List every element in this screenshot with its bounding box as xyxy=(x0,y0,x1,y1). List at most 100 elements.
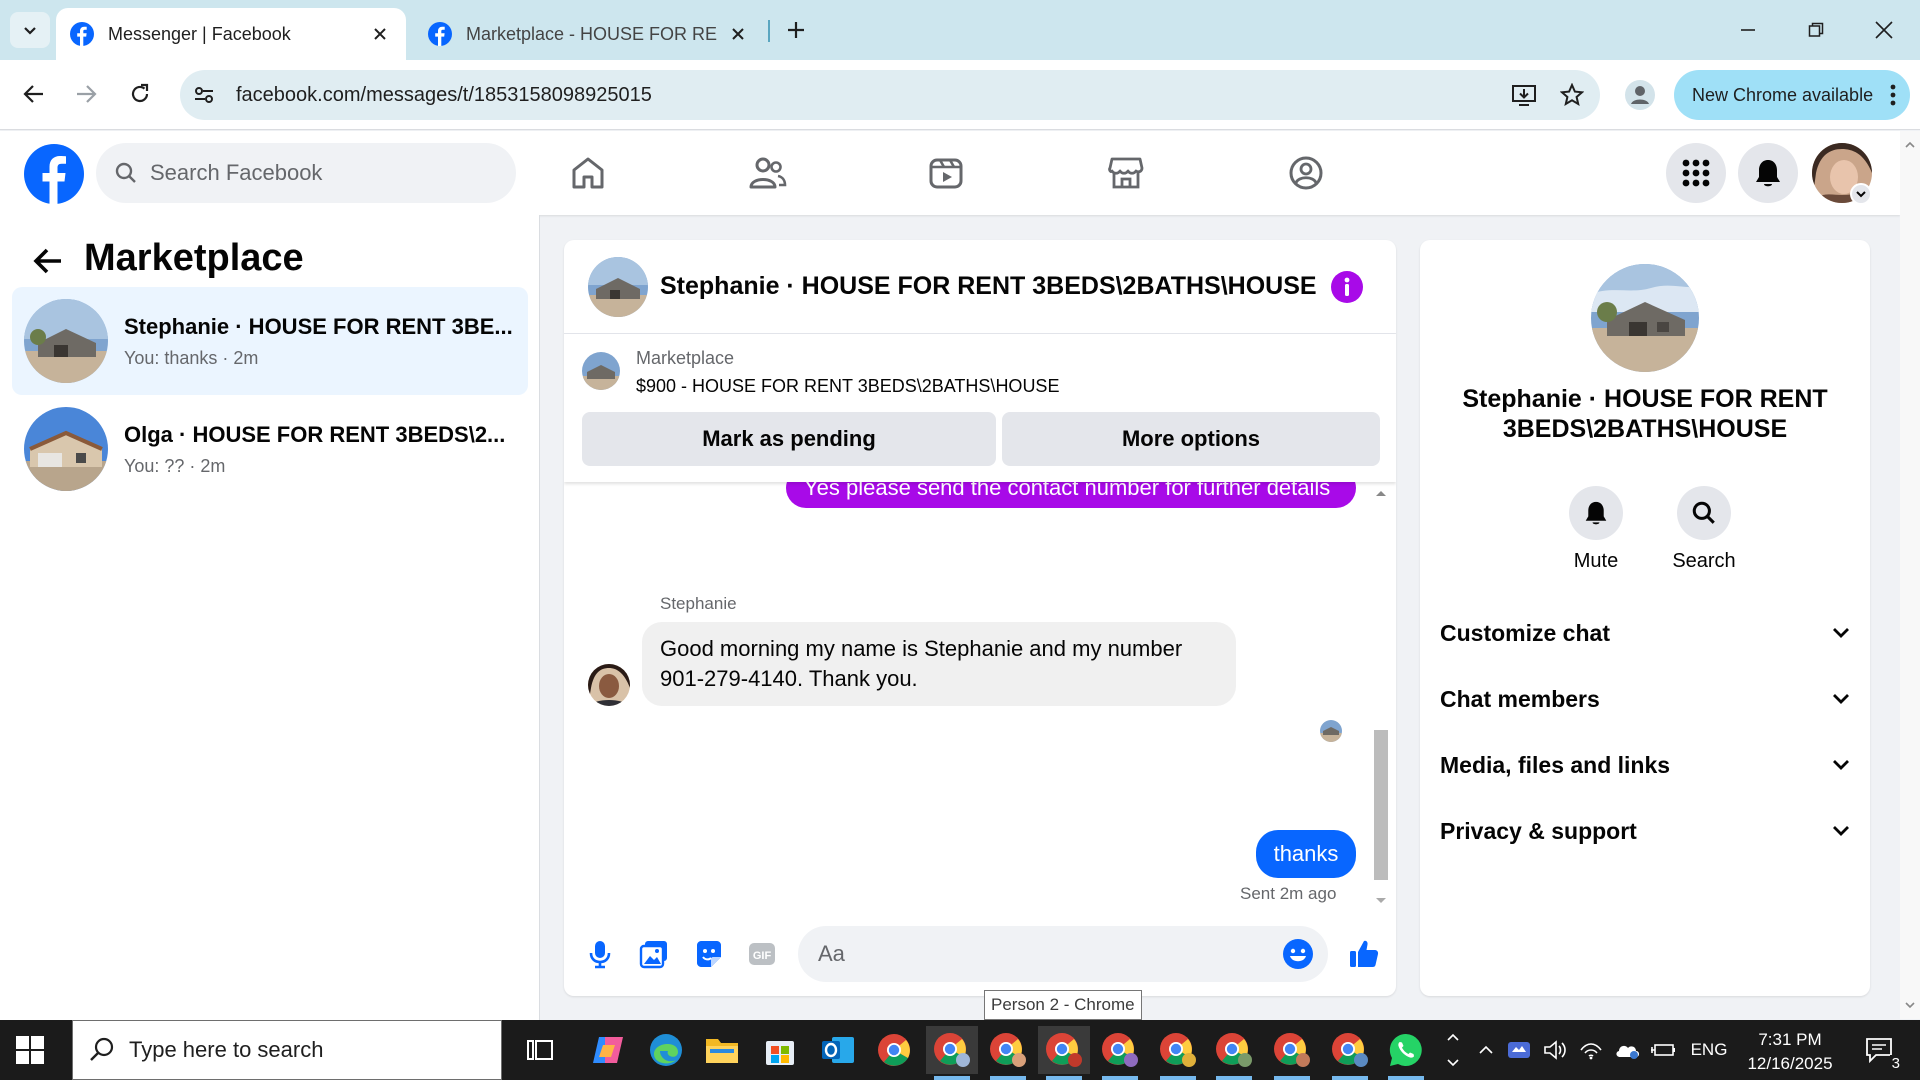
marketplace-nav-button[interactable] xyxy=(1094,143,1158,203)
microsoft-store-app[interactable] xyxy=(754,1026,806,1074)
attach-photo-button[interactable] xyxy=(636,936,672,972)
whatsapp-app[interactable] xyxy=(1380,1026,1432,1080)
battery-button[interactable] xyxy=(1648,1020,1678,1080)
bookmark-star-icon[interactable] xyxy=(1552,75,1592,115)
notification-center-button[interactable]: 3 xyxy=(1854,1020,1904,1080)
voice-clip-button[interactable] xyxy=(582,936,618,972)
install-app-icon[interactable] xyxy=(1504,75,1544,115)
tab-search-button[interactable] xyxy=(10,12,50,48)
contact-name: Stephanie · HOUSE FOR RENT 3BEDS\2BATHS\… xyxy=(1462,385,1828,443)
friends-nav-button[interactable] xyxy=(736,143,800,203)
conversation-item-stephanie[interactable]: Stephanie · HOUSE FOR RENT 3BE... You: t… xyxy=(12,287,528,395)
store-icon xyxy=(766,1041,794,1065)
marketplace-listing-bar: Marketplace $900 - HOUSE FOR RENT 3BEDS\… xyxy=(564,334,1396,482)
chrome-profile-app[interactable] xyxy=(982,1026,1034,1080)
send-like-button[interactable] xyxy=(1346,936,1382,972)
close-tab-icon[interactable] xyxy=(368,22,392,46)
chrome-person-2-app[interactable] xyxy=(926,1026,978,1080)
chevron-up-icon xyxy=(1479,1045,1493,1054)
reload-button[interactable] xyxy=(120,74,160,114)
new-tab-button[interactable] xyxy=(778,12,814,48)
network-button[interactable] xyxy=(1576,1020,1606,1080)
incoming-message-bubble[interactable]: Good morning my name is Stephanie and my… xyxy=(642,622,1236,706)
chrome-profile-app[interactable] xyxy=(1038,1026,1090,1080)
copilot-app[interactable] xyxy=(582,1026,634,1074)
search-placeholder: Search Facebook xyxy=(150,160,323,185)
chrome-profile-app[interactable] xyxy=(1208,1026,1260,1080)
info-icon[interactable] xyxy=(1330,270,1364,304)
account-menu-chevron-icon[interactable] xyxy=(1850,183,1872,205)
gaming-nav-button[interactable] xyxy=(1274,143,1338,203)
chrome-profile-icon[interactable] xyxy=(1620,75,1660,115)
notifications-button[interactable] xyxy=(1738,143,1798,203)
video-nav-button[interactable] xyxy=(914,143,978,203)
gif-button[interactable]: GIF xyxy=(744,936,780,972)
back-to-messages-button[interactable] xyxy=(26,239,70,283)
forward-button[interactable] xyxy=(66,74,106,114)
listing-thumbnail xyxy=(24,407,108,491)
language-indicator[interactable]: ENG xyxy=(1686,1020,1732,1080)
message-input[interactable]: Aa xyxy=(798,926,1328,982)
scrollbar-thumb[interactable] xyxy=(1374,730,1388,880)
close-window-button[interactable] xyxy=(1858,8,1910,52)
chrome-profile-icon xyxy=(1046,1033,1082,1067)
listing-title[interactable]: $900 - HOUSE FOR RENT 3BEDS\2BATHS\HOUSE xyxy=(636,376,1059,397)
chrome-menu-icon[interactable] xyxy=(1890,83,1896,107)
outgoing-message-bubble[interactable]: thanks xyxy=(1256,830,1356,878)
page-scrollbar[interactable] xyxy=(1900,131,1920,1019)
tray-app-icon[interactable] xyxy=(1504,1020,1534,1080)
facebook-logo-icon[interactable] xyxy=(24,144,84,204)
privacy-support-section[interactable]: Privacy & support xyxy=(1440,806,1850,856)
back-button[interactable] xyxy=(14,74,54,114)
chat-title[interactable]: Stephanie · HOUSE FOR RENT 3BEDS\2BATHS\… xyxy=(660,272,1317,301)
chrome-app[interactable] xyxy=(868,1026,920,1074)
minimize-window-button[interactable] xyxy=(1722,8,1774,52)
chat-members-section[interactable]: Chat members xyxy=(1440,674,1850,724)
bell-icon xyxy=(1756,160,1780,187)
folder-icon xyxy=(706,1039,738,1063)
emoji-icon[interactable] xyxy=(1282,938,1314,970)
edge-app[interactable] xyxy=(640,1026,692,1074)
chat-avatar[interactable] xyxy=(588,257,648,317)
search-in-chat-button[interactable]: Search xyxy=(1664,486,1744,573)
site-settings-icon[interactable] xyxy=(184,75,224,115)
sender-avatar[interactable] xyxy=(588,664,630,706)
outgoing-message-bubble[interactable]: Yes please send the contact number for f… xyxy=(786,482,1356,508)
mark-as-pending-button[interactable]: Mark as pending xyxy=(582,412,996,466)
taskbar-scroll-arrows[interactable] xyxy=(1442,1020,1464,1080)
chrome-profile-app[interactable] xyxy=(1266,1026,1318,1080)
address-bar[interactable]: facebook.com/messages/t/1853158098925015 xyxy=(180,70,1600,120)
system-clock[interactable]: 7:31 PM 12/16/2025 xyxy=(1740,1028,1840,1076)
show-hidden-icons-button[interactable] xyxy=(1472,1020,1500,1080)
volume-button[interactable] xyxy=(1540,1020,1570,1080)
chrome-profile-app[interactable] xyxy=(1152,1026,1204,1080)
outlook-app[interactable] xyxy=(812,1026,864,1074)
chrome-update-button[interactable]: New Chrome available xyxy=(1674,70,1910,120)
taskbar-tooltip: Person 2 - Chrome xyxy=(984,990,1142,1020)
message-scrollbar[interactable] xyxy=(1370,482,1392,912)
microphone-icon xyxy=(589,941,611,969)
chrome-profile-app[interactable] xyxy=(1324,1026,1376,1080)
menu-apps-button[interactable] xyxy=(1666,143,1726,203)
home-nav-button[interactable] xyxy=(556,143,620,203)
weather-button[interactable] xyxy=(1612,1020,1642,1080)
mute-button[interactable]: Mute xyxy=(1556,486,1636,573)
conversation-item-olga[interactable]: Olga · HOUSE FOR RENT 3BEDS\2... You: ??… xyxy=(12,395,528,503)
message-status: Sent 2m ago xyxy=(1240,884,1337,903)
file-explorer-app[interactable] xyxy=(696,1026,748,1074)
contact-photo[interactable] xyxy=(1591,264,1699,372)
chrome-profile-app[interactable] xyxy=(1094,1026,1146,1080)
customize-chat-section[interactable]: Customize chat xyxy=(1440,608,1850,658)
facebook-search-input[interactable]: Search Facebook xyxy=(96,143,516,203)
task-view-button[interactable] xyxy=(514,1026,566,1074)
media-files-links-section[interactable]: Media, files and links xyxy=(1440,740,1850,790)
tab-messenger[interactable]: Messenger | Facebook xyxy=(56,8,406,60)
tab-marketplace[interactable]: Marketplace - HOUSE FOR RENT 3BEDS xyxy=(414,8,764,60)
taskbar-search-input[interactable]: Type here to search xyxy=(72,1020,502,1080)
sticker-button[interactable] xyxy=(690,936,726,972)
windows-start-icon[interactable] xyxy=(14,1034,46,1066)
outlook-icon xyxy=(822,1037,854,1063)
close-tab-icon[interactable] xyxy=(726,22,750,46)
more-options-button[interactable]: More options xyxy=(1002,412,1380,466)
restore-window-button[interactable] xyxy=(1790,8,1842,52)
